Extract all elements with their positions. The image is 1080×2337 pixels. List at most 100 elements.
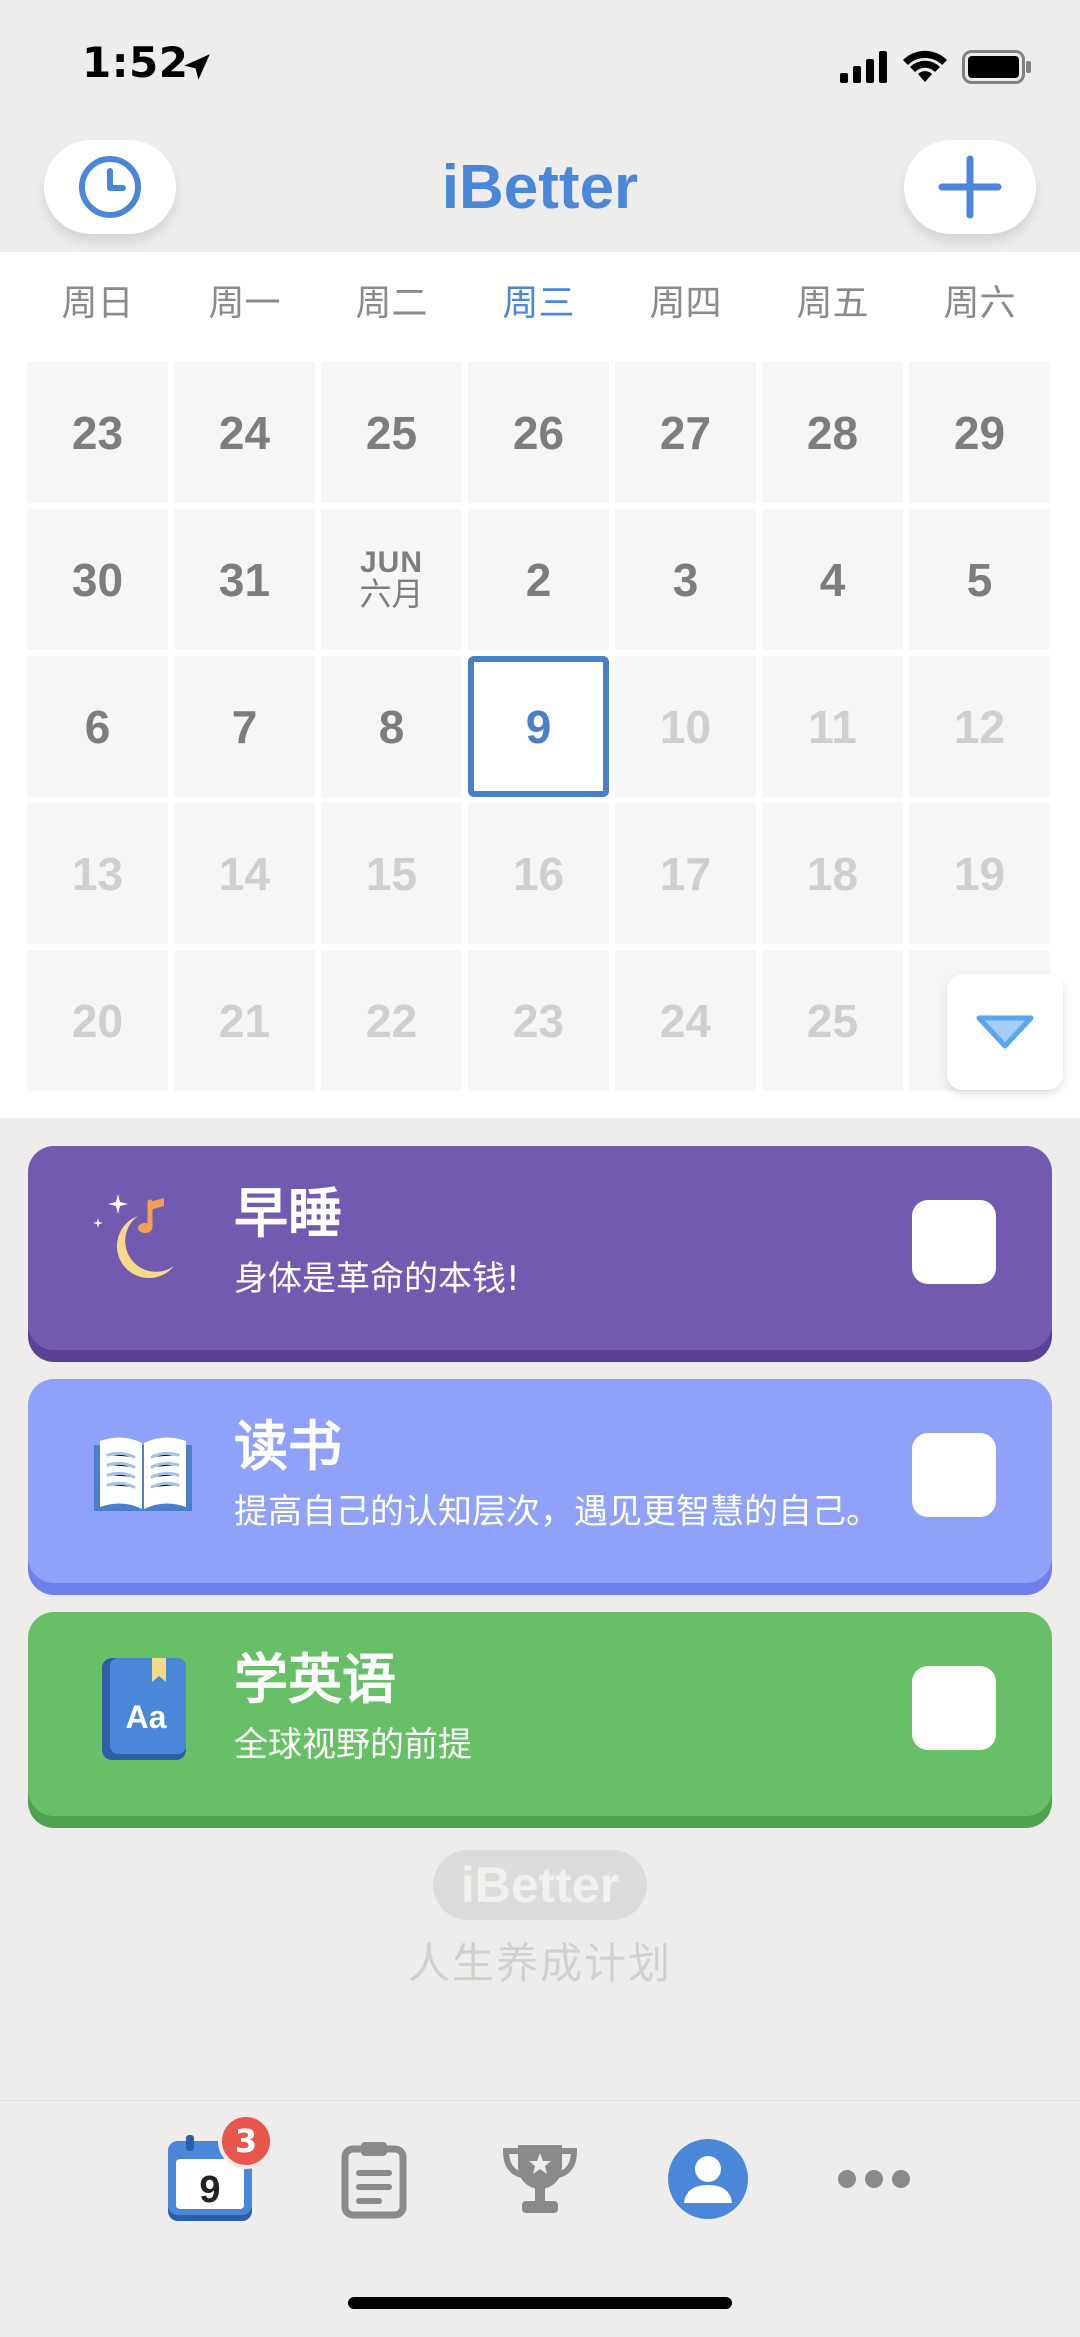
tab-achievements[interactable] (490, 2129, 590, 2229)
calendar-day-number: 11 (808, 700, 857, 753)
calendar-day[interactable]: 25 (762, 950, 903, 1091)
calendar-day-number: 19 (953, 847, 1006, 900)
status-time: 1:52 (82, 38, 189, 87)
calendar-day[interactable]: 21 (174, 950, 315, 1091)
calendar-day-number: 15 (365, 847, 418, 900)
calendar-day-number: 21 (218, 994, 271, 1047)
calendar-day[interactable]: 8 (321, 656, 462, 797)
calendar-day[interactable]: 18 (762, 803, 903, 944)
habit-card-reading[interactable]: 读书 提高自己的认知层次，遇见更智慧的自己。 (28, 1379, 1052, 1583)
calendar-day-number: 20 (71, 994, 124, 1047)
calendar-day[interactable]: 27 (615, 362, 756, 503)
calendar-day[interactable]: 31 (174, 509, 315, 650)
month-label-en: JUN (359, 545, 423, 579)
calendar-day[interactable]: 10 (615, 656, 756, 797)
calendar-day[interactable]: 6 (27, 656, 168, 797)
habit-card-early-sleep[interactable]: 早睡 身体是革命的本钱! (28, 1146, 1052, 1350)
tab-bar: 9 3 (0, 2100, 1080, 2337)
calendar-day[interactable]: 13 (27, 803, 168, 944)
calendar-day[interactable]: 25 (321, 362, 462, 503)
habit-subtitle: 全球视野的前提 (234, 1725, 472, 1766)
calendar-day[interactable]: 4 (762, 509, 903, 650)
calendar-day-number: 17 (659, 847, 712, 900)
calendar-day[interactable]: 23 (468, 950, 609, 1091)
calendar-day[interactable]: 14 (174, 803, 315, 944)
calendar: 周日 周一 周二 周三 周四 周五 周六 23 24 25 26 27 28 29 30 31 J… (0, 252, 1080, 1118)
habit-checkbox[interactable] (912, 1666, 996, 1750)
status-icons (840, 50, 1032, 84)
calendar-day-number: 28 (806, 406, 859, 459)
calendar-day-number: 16 (512, 847, 565, 900)
calendar-day-number: 29 (953, 406, 1006, 459)
calendar-day[interactable]: 26 (468, 362, 609, 503)
calendar-day-number: 13 (71, 847, 124, 900)
tab-records[interactable] (324, 2129, 424, 2229)
home-indicator (348, 2297, 732, 2309)
calendar-day-number: 30 (71, 553, 124, 606)
tab-calendar[interactable]: 9 3 (160, 2113, 274, 2229)
more-icon (838, 2170, 910, 2188)
calendar-day[interactable]: 11 (762, 656, 903, 797)
calendar-day-today[interactable]: 9 (468, 656, 609, 797)
calendar-day-number: 7 (231, 700, 258, 753)
brand-footer: iBetter 人生养成计划 (0, 1850, 1080, 1991)
calendar-day[interactable]: 22 (321, 950, 462, 1091)
weekday-label: 周二 (355, 283, 428, 324)
status-bar: 1:52 (0, 0, 1080, 140)
calendar-day-number: 18 (806, 847, 859, 900)
calendar-day[interactable]: 20 (27, 950, 168, 1091)
weekday-label: 周六 (943, 283, 1016, 324)
calendar-day[interactable]: 28 (762, 362, 903, 503)
calendar-day[interactable]: 30 (27, 509, 168, 650)
location-arrow-icon (184, 54, 210, 80)
calendar-day[interactable]: 3 (615, 509, 756, 650)
calendar-day[interactable]: 2 (468, 509, 609, 650)
brand-name: iBetter (432, 1850, 648, 1920)
profile-icon (668, 2139, 748, 2219)
wifi-icon (903, 50, 947, 82)
signal-icon (840, 51, 887, 83)
expand-calendar-button[interactable] (947, 974, 1063, 1090)
tab-more[interactable] (824, 2129, 924, 2229)
habit-text: 学英语 全球视野的前提 (234, 1650, 472, 1766)
calendar-day-number: 25 (365, 406, 418, 459)
brand-tagline: 人生养成计划 (407, 1939, 672, 1988)
english-book-icon: Aa (102, 1658, 186, 1760)
weekday-header: 周日 周一 周二 周三 周四 周五 周六 (0, 274, 1080, 326)
calendar-day[interactable]: 29 (909, 362, 1050, 503)
calendar-day-number: 12 (953, 700, 1006, 753)
moon-music-icon (93, 1194, 174, 1279)
calendar-day-number: 14 (218, 847, 271, 900)
weekday-label: 周一 (208, 283, 281, 324)
open-book-icon (94, 1437, 192, 1511)
month-label-cn: 六月 (359, 576, 424, 613)
clipboard-icon (341, 2142, 407, 2219)
calendar-day[interactable]: 23 (27, 362, 168, 503)
weekday-label-today: 周三 (502, 283, 575, 324)
habit-checkbox[interactable] (912, 1433, 996, 1517)
calendar-day-number: 23 (71, 406, 124, 459)
habit-text: 早睡 身体是革命的本钱! (234, 1184, 520, 1300)
weekday-label: 周四 (649, 283, 722, 324)
calendar-day[interactable]: 7 (174, 656, 315, 797)
calendar-month-marker[interactable]: JUN 六月 (321, 509, 462, 650)
calendar-day[interactable]: 5 (909, 509, 1050, 650)
tab-profile[interactable] (658, 2129, 758, 2229)
habit-checkbox[interactable] (912, 1200, 996, 1284)
add-habit-button[interactable] (904, 140, 1036, 234)
calendar-day-number: 22 (365, 994, 418, 1047)
calendar-day-number: 3 (672, 553, 699, 606)
calendar-day[interactable]: 15 (321, 803, 462, 944)
calendar-day[interactable]: 19 (909, 803, 1050, 944)
battery-icon (962, 50, 1031, 84)
svg-text:Aa: Aa (126, 1699, 167, 1735)
calendar-day-number: 27 (659, 406, 712, 459)
calendar-day[interactable]: 12 (909, 656, 1050, 797)
calendar-day[interactable]: 24 (174, 362, 315, 503)
calendar-day-number: 23 (512, 994, 565, 1047)
calendar-day[interactable]: 24 (615, 950, 756, 1091)
habit-card-english[interactable]: Aa 学英语 全球视野的前提 (28, 1612, 1052, 1816)
habit-title: 学英语 (234, 1648, 396, 1711)
calendar-day[interactable]: 16 (468, 803, 609, 944)
calendar-day[interactable]: 17 (615, 803, 756, 944)
